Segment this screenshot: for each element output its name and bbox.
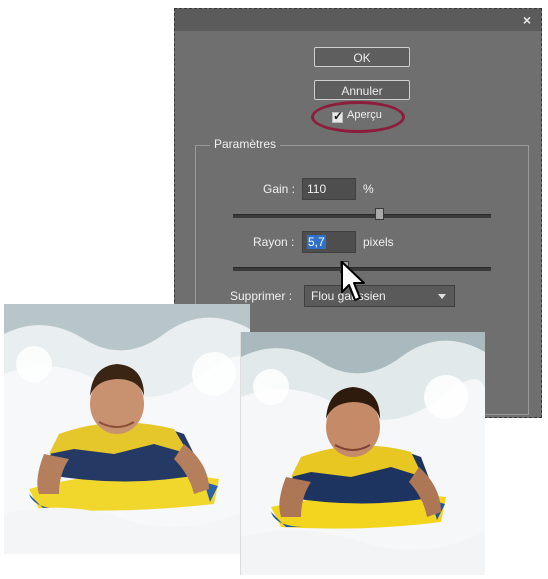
dropdown-arrow-icon: [438, 294, 446, 299]
radius-label: Rayon :: [253, 235, 295, 249]
original-photo: [4, 304, 250, 554]
gain-input[interactable]: 110: [302, 178, 356, 200]
cursor-arrow-icon: [341, 261, 365, 301]
cancel-button[interactable]: Annuler: [314, 80, 410, 100]
remove-label: Supprimer :: [230, 289, 293, 303]
preview-label: Aperçu: [347, 109, 382, 121]
radius-value-selected: 5,7: [307, 235, 326, 249]
ok-button[interactable]: OK: [314, 47, 410, 67]
sharpened-photo: [240, 332, 485, 575]
parameters-group-title: Paramètres: [210, 137, 281, 151]
dialog-titlebar: ×: [175, 9, 541, 31]
remove-dropdown[interactable]: Flou gaussien: [304, 285, 455, 307]
gain-slider-track[interactable]: [233, 214, 491, 218]
preview-checkbox[interactable]: ✓: [332, 109, 344, 123]
checkmark-icon: ✓: [333, 109, 344, 123]
gain-unit: %: [363, 182, 374, 196]
gain-slider-thumb[interactable]: [375, 208, 384, 220]
radius-unit: pixels: [363, 235, 394, 249]
radius-input[interactable]: 5,7: [302, 231, 356, 253]
gain-label: Gain :: [263, 182, 296, 196]
close-icon[interactable]: ×: [523, 12, 531, 28]
